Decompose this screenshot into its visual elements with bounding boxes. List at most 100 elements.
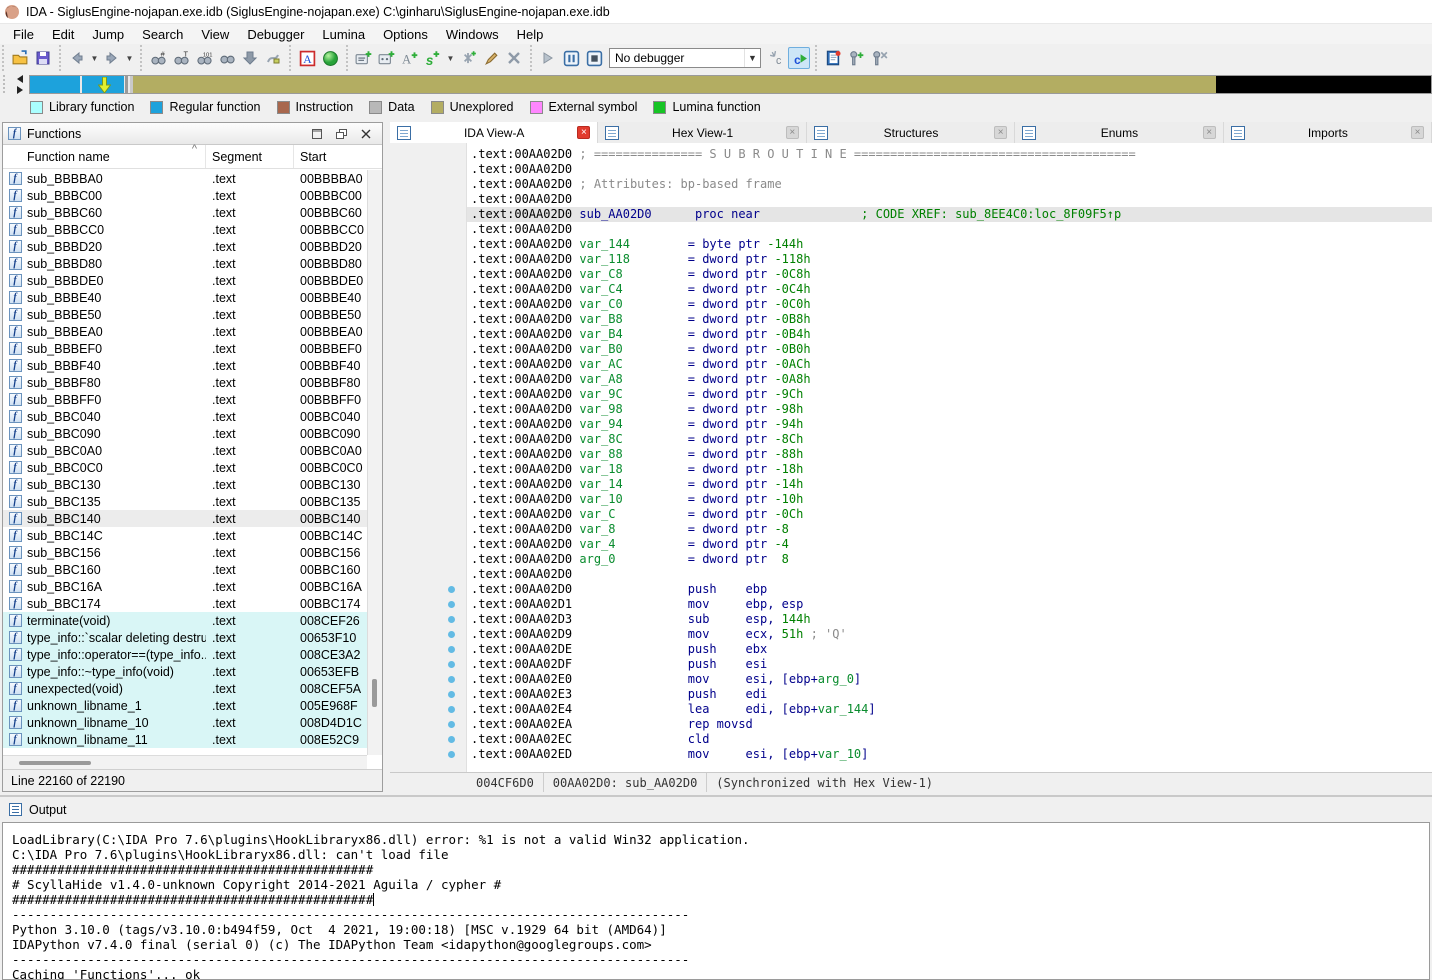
table-row[interactable]: fsub_BBBD80.text00BBBD80 — [3, 255, 367, 272]
disasm-line[interactable]: .text:00AA02D0 var_18 = dword ptr -18h — [467, 462, 1432, 477]
close-icon[interactable] — [361, 129, 371, 139]
table-row[interactable]: fsub_BBBEF0.text00BBBEF0 — [3, 340, 367, 357]
table-row[interactable]: fsub_BBBD20.text00BBBD20 — [3, 238, 367, 255]
menu-help[interactable]: Help — [508, 25, 553, 44]
disasm-line[interactable]: .text:00AA02D0 — [467, 162, 1432, 177]
disasm-line[interactable]: .text:00AA02D0 var_AC = dword ptr -0ACh — [467, 357, 1432, 372]
functions-panel-titlebar[interactable]: f Functions — [3, 123, 382, 145]
debugger-select[interactable]: No debugger ▼ — [609, 48, 761, 68]
disasm-line[interactable]: .text:00AA02ED mov esi, [ebp+var_10] — [467, 747, 1432, 762]
disasm-line[interactable]: .text:00AA02DE push ebx — [467, 642, 1432, 657]
disasm-line[interactable]: .text:00AA02E3 push edi — [467, 687, 1432, 702]
search-text-button[interactable]: T — [170, 47, 192, 69]
menu-edit[interactable]: Edit — [43, 25, 83, 44]
disasm-line[interactable]: .text:00AA02D0 ; =============== S U B R… — [467, 147, 1432, 162]
disasm-line[interactable]: .text:00AA02DF push esi — [467, 657, 1432, 672]
menu-file[interactable]: File — [4, 25, 43, 44]
disasm-line[interactable]: .text:00AA02D0 var_8 = dword ptr -8 — [467, 522, 1432, 537]
jump-down-button[interactable] — [239, 47, 261, 69]
navband-scroll-left-icon[interactable] — [17, 75, 23, 83]
edit-button[interactable] — [480, 47, 502, 69]
menu-view[interactable]: View — [192, 25, 238, 44]
back-history-dropdown[interactable]: ▼ — [89, 47, 100, 69]
disasm-line[interactable]: .text:00AA02EC cld — [467, 732, 1432, 747]
disasm-line[interactable]: .text:00AA02D0 var_14 = dword ptr -14h — [467, 477, 1432, 492]
navband-toggle-button[interactable] — [319, 47, 341, 69]
disasm-line[interactable]: .text:00AA02D0 ; Attributes: bp-based fr… — [467, 177, 1432, 192]
disasm-line[interactable]: .text:00AA02D0 var_A8 = dword ptr -0A8h — [467, 372, 1432, 387]
disasm-line[interactable]: .text:00AA02D0 var_8C = dword ptr -8Ch — [467, 432, 1432, 447]
column-header-function-name[interactable]: Function name ^ — [3, 145, 206, 168]
menu-debugger[interactable]: Debugger — [238, 25, 313, 44]
table-row[interactable]: fsub_BBBDE0.text00BBBDE0 — [3, 272, 367, 289]
disasm-line[interactable]: .text:00AA02D0 var_144 = byte ptr -144h — [467, 237, 1432, 252]
create-code-button[interactable] — [353, 47, 375, 69]
navigate-back-button[interactable] — [66, 47, 88, 69]
combo-dropdown-icon[interactable]: ▼ — [744, 49, 760, 67]
table-row[interactable]: fsub_BBC140.text00BBC140 — [3, 510, 367, 527]
table-row[interactable]: ftype_info::~type_info(void).text00653EF… — [3, 663, 367, 680]
functions-table-header[interactable]: Function name ^ Segment Start — [3, 145, 382, 169]
debugger-stop-button[interactable] — [583, 47, 605, 69]
output-tab[interactable]: Output — [0, 797, 1432, 822]
table-row[interactable]: fsub_BBC156.text00BBC156 — [3, 544, 367, 561]
menu-jump[interactable]: Jump — [83, 25, 133, 44]
tab-structures[interactable]: Structures× — [807, 122, 1015, 143]
navigation-band[interactable] — [29, 75, 1432, 94]
table-row[interactable]: fsub_BBBC00.text00BBBC00 — [3, 187, 367, 204]
tab-imports[interactable]: Imports× — [1224, 122, 1432, 143]
struct-dropdown[interactable]: ▼ — [445, 47, 456, 69]
menu-windows[interactable]: Windows — [437, 25, 508, 44]
disasm-line[interactable]: .text:00AA02D0 arg_0 = dword ptr 8 — [467, 552, 1432, 567]
table-row[interactable]: fsub_BBBCC0.text00BBBCC0 — [3, 221, 367, 238]
disasm-line[interactable]: .text:00AA02D0 push ebp — [467, 582, 1432, 597]
table-row[interactable]: fsub_BBC0A0.text00BBC0A0 — [3, 442, 367, 459]
vscroll-thumb[interactable] — [372, 679, 377, 707]
disasm-line[interactable]: .text:00AA02D0 var_C = dword ptr -0Ch — [467, 507, 1432, 522]
table-row[interactable]: fsub_BBBFF0.text00BBBFF0 — [3, 391, 367, 408]
table-row[interactable]: fsub_BBC14C.text00BBC14C — [3, 527, 367, 544]
menu-lumina[interactable]: Lumina — [313, 25, 374, 44]
create-union-button[interactable] — [457, 47, 479, 69]
disasm-line[interactable]: .text:00AA02D0 var_C0 = dword ptr -0C0h — [467, 297, 1432, 312]
table-row[interactable]: funknown_libname_10.text008D4D1C — [3, 714, 367, 731]
tab-close-icon[interactable]: × — [786, 126, 799, 139]
table-row[interactable]: fsub_BBBE50.text00BBBE50 — [3, 306, 367, 323]
disasm-line[interactable]: .text:00AA02D0 var_10 = dword ptr -10h — [467, 492, 1432, 507]
tab-hex-view-1[interactable]: Hex View-1× — [598, 122, 806, 143]
add-breakpoint-button[interactable] — [845, 47, 867, 69]
disasm-line[interactable]: .text:00AA02D9 mov ecx, 51h ; 'Q' — [467, 627, 1432, 642]
hscroll-thumb[interactable] — [19, 761, 91, 765]
disasm-line[interactable]: .text:00AA02D0 var_4 = dword ptr -4 — [467, 537, 1432, 552]
remove-breakpoint-button[interactable] — [868, 47, 890, 69]
maximize-icon[interactable] — [312, 129, 322, 139]
table-row[interactable]: fsub_BBC174.text00BBC174 — [3, 595, 367, 612]
table-row[interactable]: fsub_BBC160.text00BBC160 — [3, 561, 367, 578]
table-row[interactable]: fsub_BBC16A.text00BBC16A — [3, 578, 367, 595]
create-name-button[interactable]: A — [399, 47, 421, 69]
disasm-line[interactable]: .text:00AA02D0 var_9C = dword ptr -9Ch — [467, 387, 1432, 402]
table-row[interactable]: fsub_BBC0C0.text00BBC0C0 — [3, 459, 367, 476]
table-row[interactable]: fsub_BBC130.text00BBC130 — [3, 476, 367, 493]
table-row[interactable]: fsub_BBBE40.text00BBBE40 — [3, 289, 367, 306]
disasm-line[interactable]: .text:00AA02D0 var_C4 = dword ptr -0C4h — [467, 282, 1432, 297]
functions-horizontal-scrollbar[interactable] — [3, 755, 367, 769]
table-row[interactable]: fsub_BBBBA0.text00BBBBA0 — [3, 170, 367, 187]
create-data-button[interactable] — [376, 47, 398, 69]
debugger-windows-button[interactable] — [822, 47, 844, 69]
output-console[interactable]: LoadLibrary(C:\IDA Pro 7.6\plugins\HookL… — [2, 822, 1430, 980]
disasm-line[interactable]: .text:00AA02D0 var_B8 = dword ptr -0B8h — [467, 312, 1432, 327]
tab-close-icon[interactable]: × — [1411, 126, 1424, 139]
tab-close-icon[interactable]: × — [994, 126, 1007, 139]
search-next-button[interactable] — [216, 47, 238, 69]
tab-ida-view-a[interactable]: IDA View-A× — [390, 122, 598, 143]
tab-close-icon[interactable]: × — [1203, 126, 1216, 139]
attach-process-button[interactable]: c — [788, 47, 810, 69]
column-header-start[interactable]: Start — [294, 145, 367, 168]
disasm-line[interactable]: .text:00AA02D0 — [467, 222, 1432, 237]
disassembly-view[interactable]: .text:00AA02D0 ; =============== S U B R… — [390, 143, 1432, 772]
jump-address-button[interactable]: # — [147, 47, 169, 69]
tab-enums[interactable]: Enums× — [1015, 122, 1223, 143]
table-row[interactable]: fsub_BBBF80.text00BBBF80 — [3, 374, 367, 391]
table-row[interactable]: fsub_BBC135.text00BBC135 — [3, 493, 367, 510]
